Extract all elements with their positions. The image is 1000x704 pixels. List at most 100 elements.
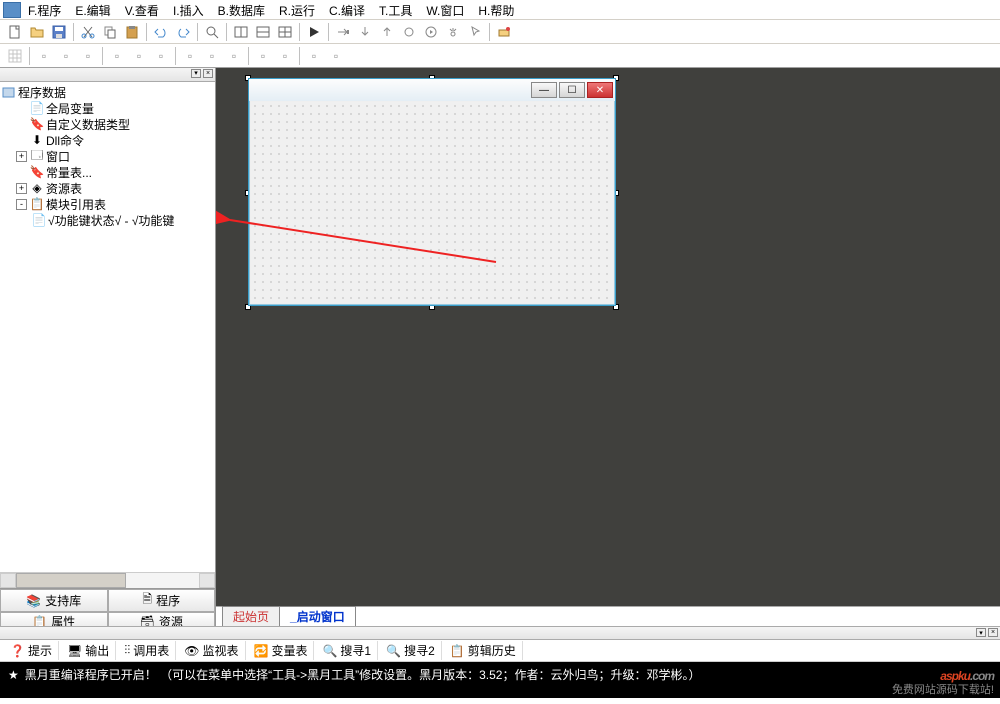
calls-icon: ⫶⫶ — [124, 643, 130, 658]
new-file-icon[interactable] — [5, 22, 25, 42]
tab-search1[interactable]: 🔍搜寻1 — [316, 641, 378, 660]
tree-db-icon — [2, 86, 16, 99]
collapse-icon[interactable]: - — [16, 199, 27, 210]
project-tree[interactable]: 程序数据 📄 全局变量 🔖 自定义数据类型 ⬇ Dll命令 +🗔 窗口 🔖 常量… — [0, 82, 215, 572]
expand-icon[interactable]: + — [16, 151, 27, 162]
output-dock-icon[interactable]: ▾ — [976, 628, 986, 637]
app-icon — [3, 2, 21, 18]
tree-label: 模块引用表 — [46, 196, 106, 213]
menu-database[interactable]: B.数据库 — [218, 2, 265, 19]
step-out-icon[interactable] — [377, 22, 397, 42]
continue-icon[interactable] — [421, 22, 441, 42]
paste-icon[interactable] — [122, 22, 142, 42]
maximize-button[interactable]: ☐ — [559, 82, 585, 98]
menu-tools[interactable]: T.工具 — [379, 2, 412, 19]
stop-icon[interactable] — [443, 22, 463, 42]
form-client-area[interactable] — [251, 102, 613, 303]
tree-label: 资源表 — [46, 180, 82, 197]
const-icon: 🔖 — [30, 166, 44, 179]
align-bottom-icon: ▫ — [151, 46, 171, 66]
tab-label: 输出 — [85, 642, 109, 659]
scroll-left-icon[interactable] — [0, 573, 16, 588]
copy-icon[interactable] — [100, 22, 120, 42]
cut-icon[interactable] — [78, 22, 98, 42]
tab-program[interactable]: 🗎程序 — [108, 589, 216, 612]
vars-icon: 🔁 — [254, 644, 269, 658]
tool-icon[interactable] — [494, 22, 514, 42]
window-split-v-icon[interactable] — [253, 22, 273, 42]
tab-search2[interactable]: 🔍搜寻2 — [380, 641, 442, 660]
output-close-icon[interactable]: × — [988, 628, 998, 637]
sidebar-hscroll[interactable] — [0, 572, 215, 588]
menu-edit[interactable]: E.编辑 — [75, 2, 110, 19]
tab-support-lib[interactable]: 📚支持库 — [0, 589, 108, 612]
scroll-thumb[interactable] — [16, 573, 126, 588]
open-file-icon[interactable] — [27, 22, 47, 42]
tree-constants[interactable]: 🔖 常量表... — [2, 164, 213, 180]
editor-tabs: 起始页 _启动窗口 — [216, 606, 1000, 626]
undo-icon[interactable] — [151, 22, 171, 42]
design-form[interactable]: — ☐ ✕ — [248, 78, 616, 306]
tree-label: 自定义数据类型 — [46, 116, 130, 133]
same-size-icon: ▫ — [224, 46, 244, 66]
tab-clipboard[interactable]: 📋剪辑历史 — [444, 641, 523, 660]
tree-windows[interactable]: +🗔 窗口 — [2, 148, 213, 164]
tree-global-vars[interactable]: 📄 全局变量 — [2, 100, 213, 116]
minimize-button[interactable]: — — [531, 82, 557, 98]
sidebar-close-icon[interactable]: × — [203, 69, 213, 78]
sidebar-titlebar: ▾ × — [0, 68, 215, 82]
form-titlebar[interactable]: — ☐ ✕ — [249, 79, 615, 101]
menu-window[interactable]: W.窗口 — [426, 2, 464, 19]
tab-label: 搜寻1 — [340, 642, 371, 659]
tab-hint[interactable]: ❓提示 — [4, 641, 59, 660]
wm-p3: .com — [970, 669, 994, 683]
save-icon[interactable] — [49, 22, 69, 42]
wm-p1: asp — [940, 669, 958, 683]
align-center-icon: ▫ — [56, 46, 76, 66]
output-tabs: ❓提示 🖥输出 ⫶⫶调用表 👁监视表 🔁变量表 🔍搜寻1 🔍搜寻2 📋剪辑历史 — [0, 640, 1000, 662]
find-icon[interactable] — [202, 22, 222, 42]
breakpoint-icon[interactable] — [399, 22, 419, 42]
tab-start-page[interactable]: 起始页 — [222, 606, 280, 626]
menu-run[interactable]: R.运行 — [279, 2, 315, 19]
expand-icon[interactable]: + — [16, 183, 27, 194]
menu-insert[interactable]: I.插入 — [173, 2, 204, 19]
menu-help[interactable]: H.帮助 — [478, 2, 514, 19]
output-text: 黑月重编译程序已开启！ （可以在菜单中选择“工具->黑月工具”修改设置。黑月版本… — [25, 668, 701, 682]
tab-vars[interactable]: 🔁变量表 — [248, 641, 315, 660]
tab-calls[interactable]: ⫶⫶调用表 — [118, 641, 176, 660]
sidebar-dock-icon[interactable]: ▾ — [191, 69, 201, 78]
var-icon: 📄 — [30, 102, 44, 115]
program-icon: 🗎 — [142, 590, 152, 611]
output-icon: 🖥 — [67, 644, 82, 658]
tab-label: 变量表 — [271, 642, 307, 659]
tree-label: 全局变量 — [46, 100, 94, 117]
window-grid-icon[interactable] — [275, 22, 295, 42]
window-split-h-icon[interactable] — [231, 22, 251, 42]
tab-startup-window[interactable]: _启动窗口 — [279, 606, 356, 626]
tree-module-item[interactable]: 📄 √功能键状态√ - √功能键 — [2, 212, 213, 228]
tree-root[interactable]: 程序数据 — [2, 84, 213, 100]
tab-output[interactable]: 🖥输出 — [61, 641, 116, 660]
scroll-right-icon[interactable] — [199, 573, 215, 588]
grid-icon[interactable] — [5, 46, 25, 66]
tree-modules[interactable]: -📋 模块引用表 — [2, 196, 213, 212]
menu-file[interactable]: F.程序 — [28, 2, 61, 19]
tab-watch[interactable]: 👁监视表 — [178, 641, 245, 660]
form-designer-canvas[interactable]: — ☐ ✕ — [216, 68, 1000, 606]
tree-resources[interactable]: +◈ 资源表 — [2, 180, 213, 196]
step-over-icon[interactable] — [333, 22, 353, 42]
cursor-icon[interactable] — [465, 22, 485, 42]
output-console[interactable]: ★黑月重编译程序已开启！ （可以在菜单中选择“工具->黑月工具”修改设置。黑月版… — [0, 662, 1000, 698]
run-icon[interactable] — [304, 22, 324, 42]
redo-icon[interactable] — [173, 22, 193, 42]
wm-p2: ku — [958, 669, 970, 683]
tree-custom-types[interactable]: 🔖 自定义数据类型 — [2, 116, 213, 132]
hint-icon: ❓ — [10, 644, 25, 658]
menu-compile[interactable]: C.编译 — [329, 2, 365, 19]
menu-view[interactable]: V.查看 — [125, 2, 159, 19]
step-into-icon[interactable] — [355, 22, 375, 42]
tab-label: 支持库 — [45, 592, 81, 609]
close-button[interactable]: ✕ — [587, 82, 613, 98]
tree-label: 常量表... — [46, 164, 92, 181]
